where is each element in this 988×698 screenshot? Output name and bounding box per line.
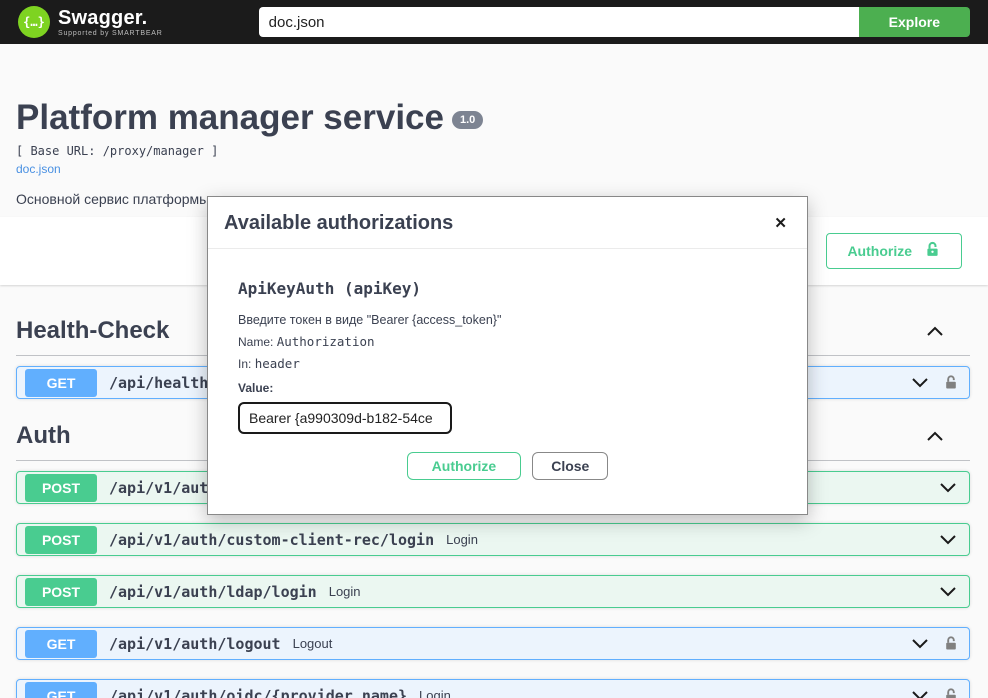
- unlocked-padlock-green-icon: [924, 241, 941, 261]
- chevron-down-icon[interactable]: [937, 480, 959, 496]
- operation-path: /api/v1/auth/custom-client-rec/login: [109, 531, 434, 549]
- operation-path: /api/v1/auth/logout: [109, 635, 281, 653]
- operation-row[interactable]: GET/api/v1/auth/logout Logout: [16, 627, 970, 660]
- auth-scheme-name: ApiKeyAuth (apiKey): [238, 279, 777, 298]
- version-badge: 1.0: [452, 111, 483, 129]
- auth-hint-text: Введите токен в виде "Bearer {access_tok…: [238, 313, 777, 327]
- in-label: In:: [238, 357, 251, 371]
- topbar: {…} Swagger. Supported by SMARTBEAR Expl…: [0, 0, 988, 44]
- operation-description: Login: [419, 688, 451, 698]
- operation-description: Logout: [293, 636, 333, 651]
- unlocked-padlock-icon[interactable]: [943, 687, 959, 698]
- section-title: Health-Check: [16, 317, 169, 345]
- unlocked-padlock-icon[interactable]: [943, 374, 959, 391]
- operation-row[interactable]: POST/api/v1/auth/custom-client-rec/login…: [16, 523, 970, 556]
- base-url: [ Base URL: /proxy/manager ]: [16, 144, 972, 158]
- modal-authorize-button[interactable]: Authorize: [407, 452, 522, 480]
- doc-json-link[interactable]: doc.json: [16, 162, 61, 176]
- modal-close-button[interactable]: Close: [532, 452, 608, 480]
- unlocked-padlock-icon[interactable]: [943, 635, 959, 652]
- section-title: Auth: [16, 422, 71, 450]
- chevron-down-icon[interactable]: [909, 688, 931, 698]
- operation-path: /api/v1/auth/ldap/login: [109, 583, 317, 601]
- chevron-down-icon[interactable]: [909, 636, 931, 652]
- name-label: Name:: [238, 335, 273, 349]
- operation-description: Login: [329, 584, 361, 599]
- token-value-input[interactable]: [238, 402, 452, 434]
- value-label: Value:: [238, 381, 777, 395]
- swagger-logo-title: Swagger.: [58, 8, 163, 28]
- spec-url-input[interactable]: [259, 7, 859, 37]
- authorize-button-label: Authorize: [847, 243, 912, 259]
- in-value: header: [255, 356, 300, 371]
- method-badge: GET: [25, 630, 97, 658]
- operation-row[interactable]: GET/api/v1/auth/oidc/{provider_name} Logi…: [16, 679, 970, 698]
- chevron-down-icon[interactable]: [937, 584, 959, 600]
- method-badge: GET: [25, 682, 97, 698]
- chevron-up-icon[interactable]: [924, 428, 946, 444]
- method-badge: POST: [25, 474, 97, 502]
- operation-description: Login: [446, 532, 478, 547]
- chevron-down-icon[interactable]: [909, 375, 931, 391]
- auth-modal: Available authorizations ✕ ApiKeyAuth (a…: [207, 196, 808, 515]
- chevron-up-icon[interactable]: [924, 323, 946, 339]
- explore-button[interactable]: Explore: [859, 7, 970, 37]
- swagger-logo-icon: {…}: [18, 6, 50, 38]
- operation-path: /api/v1/auth/oidc/{provider_name}: [109, 687, 407, 698]
- authorize-button[interactable]: Authorize: [826, 233, 962, 269]
- smartbear-subtitle: Supported by SMARTBEAR: [58, 30, 163, 37]
- method-badge: GET: [25, 369, 97, 397]
- operation-row[interactable]: POST/api/v1/auth/ldap/login Login: [16, 575, 970, 608]
- chevron-down-icon[interactable]: [937, 532, 959, 548]
- modal-title: Available authorizations: [224, 212, 453, 235]
- swagger-logo[interactable]: {…} Swagger. Supported by SMARTBEAR: [18, 6, 163, 38]
- info-section: Platform manager service 1.0 [ Base URL: …: [0, 44, 988, 217]
- method-badge: POST: [25, 526, 97, 554]
- close-icon[interactable]: ✕: [774, 216, 787, 231]
- name-value: Authorization: [277, 334, 375, 349]
- page-title: Platform manager service: [16, 98, 444, 137]
- method-badge: POST: [25, 578, 97, 606]
